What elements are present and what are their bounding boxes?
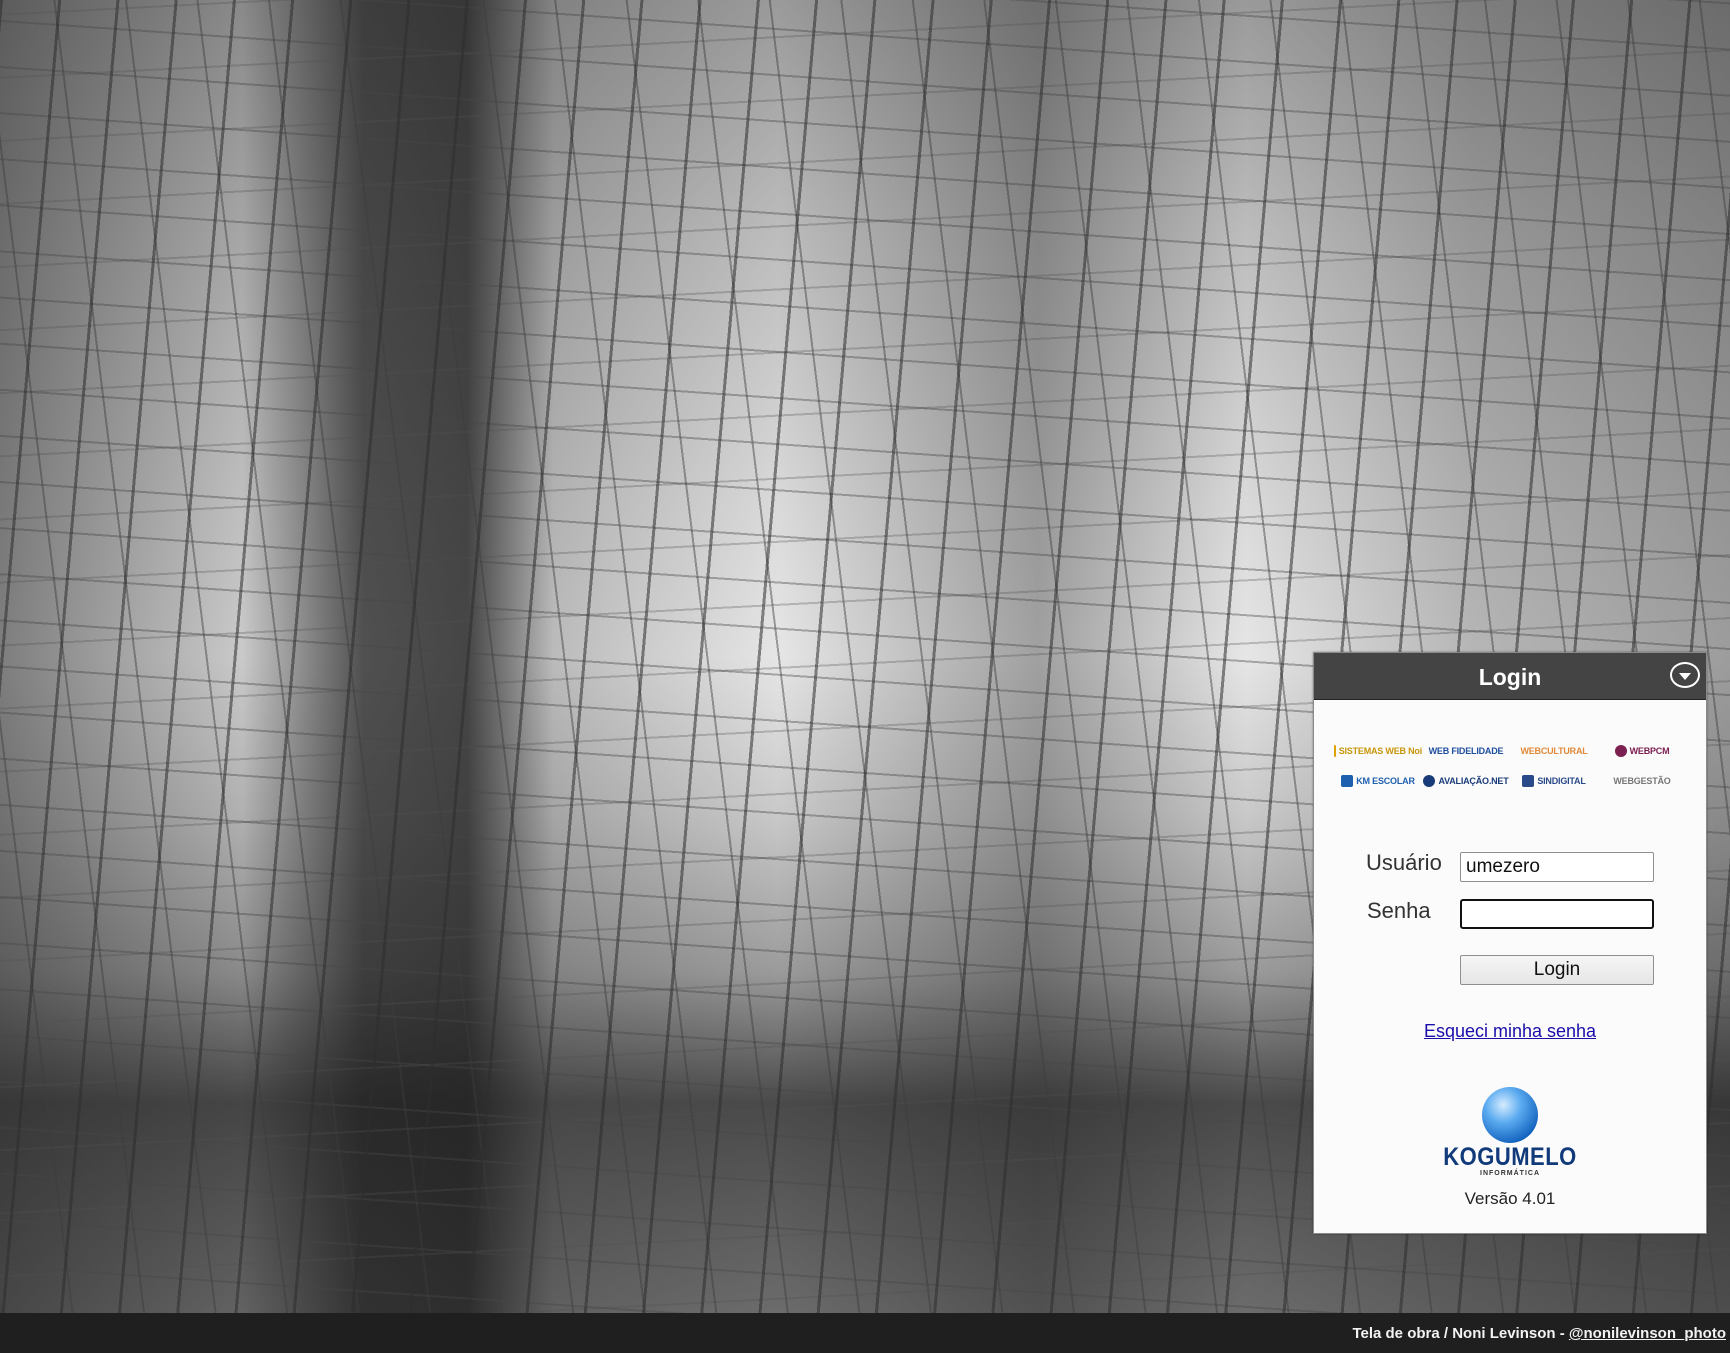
logo-km-escolar: KM ESCOLAR (1334, 771, 1422, 791)
photographer-link[interactable]: @nonilevinson_photo (1569, 1325, 1726, 1342)
logo-sistemas-web: SISTEMAS WEB Noi (1334, 741, 1422, 761)
collapse-panel-button[interactable] (1670, 662, 1700, 688)
sindigital-logo-icon (1522, 775, 1535, 787)
photo-credit-bar: Tela de obra / Noni Levinson - @nonilevi… (0, 1313, 1730, 1353)
globe-icon (1482, 1087, 1538, 1143)
avaliacao-logo-icon (1423, 775, 1436, 787)
forgot-password-link[interactable]: Esqueci minha senha (1424, 1021, 1596, 1041)
logo-web-fidelidade: WEB FIDELIDADE (1428, 746, 1504, 756)
product-logos: SISTEMAS WEB Noi WEB FIDELIDADE WEBCULTU… (1334, 741, 1686, 791)
login-panel-title: Login (1478, 664, 1542, 690)
photo-credit-text: Tela de obra / Noni Levinson - (1352, 1325, 1569, 1342)
logo-webgestao: WEBGESTÃO (1613, 776, 1671, 786)
logo-avaliacao-net: AVALIAÇÃO.NET (1422, 771, 1510, 791)
user-label: Usuário (1366, 850, 1442, 875)
logo-webpcm: WEBPCM (1598, 741, 1686, 761)
km-escolar-logo-icon (1341, 775, 1354, 787)
login-panel-header: Login (1314, 653, 1706, 700)
username-input[interactable] (1460, 852, 1654, 882)
forgot-password: Esqueci minha senha (1314, 1021, 1706, 1042)
password-label: Senha (1367, 898, 1431, 923)
company-brand: KOGUMELO INFORMÁTICA (1314, 1087, 1706, 1177)
logo-sindigital: SINDIGITAL (1510, 771, 1598, 791)
webpcm-logo-icon (1614, 745, 1627, 757)
login-button[interactable]: Login (1460, 955, 1654, 985)
photo-credit: Tela de obra / Noni Levinson - @nonilevi… (1352, 1325, 1726, 1342)
password-input[interactable] (1460, 899, 1654, 929)
brand-name: KOGUMELO (1443, 1142, 1577, 1171)
login-panel: Login SISTEMAS WEB Noi WEB FIDELIDADE WE… (1313, 652, 1707, 1234)
version-label: Versão 4.01 (1464, 1189, 1556, 1208)
chevron-down-icon (1679, 672, 1691, 680)
logo-webcultural: WEBCULTURAL (1520, 746, 1588, 756)
sistemas-web-logo-icon (1334, 745, 1336, 757)
